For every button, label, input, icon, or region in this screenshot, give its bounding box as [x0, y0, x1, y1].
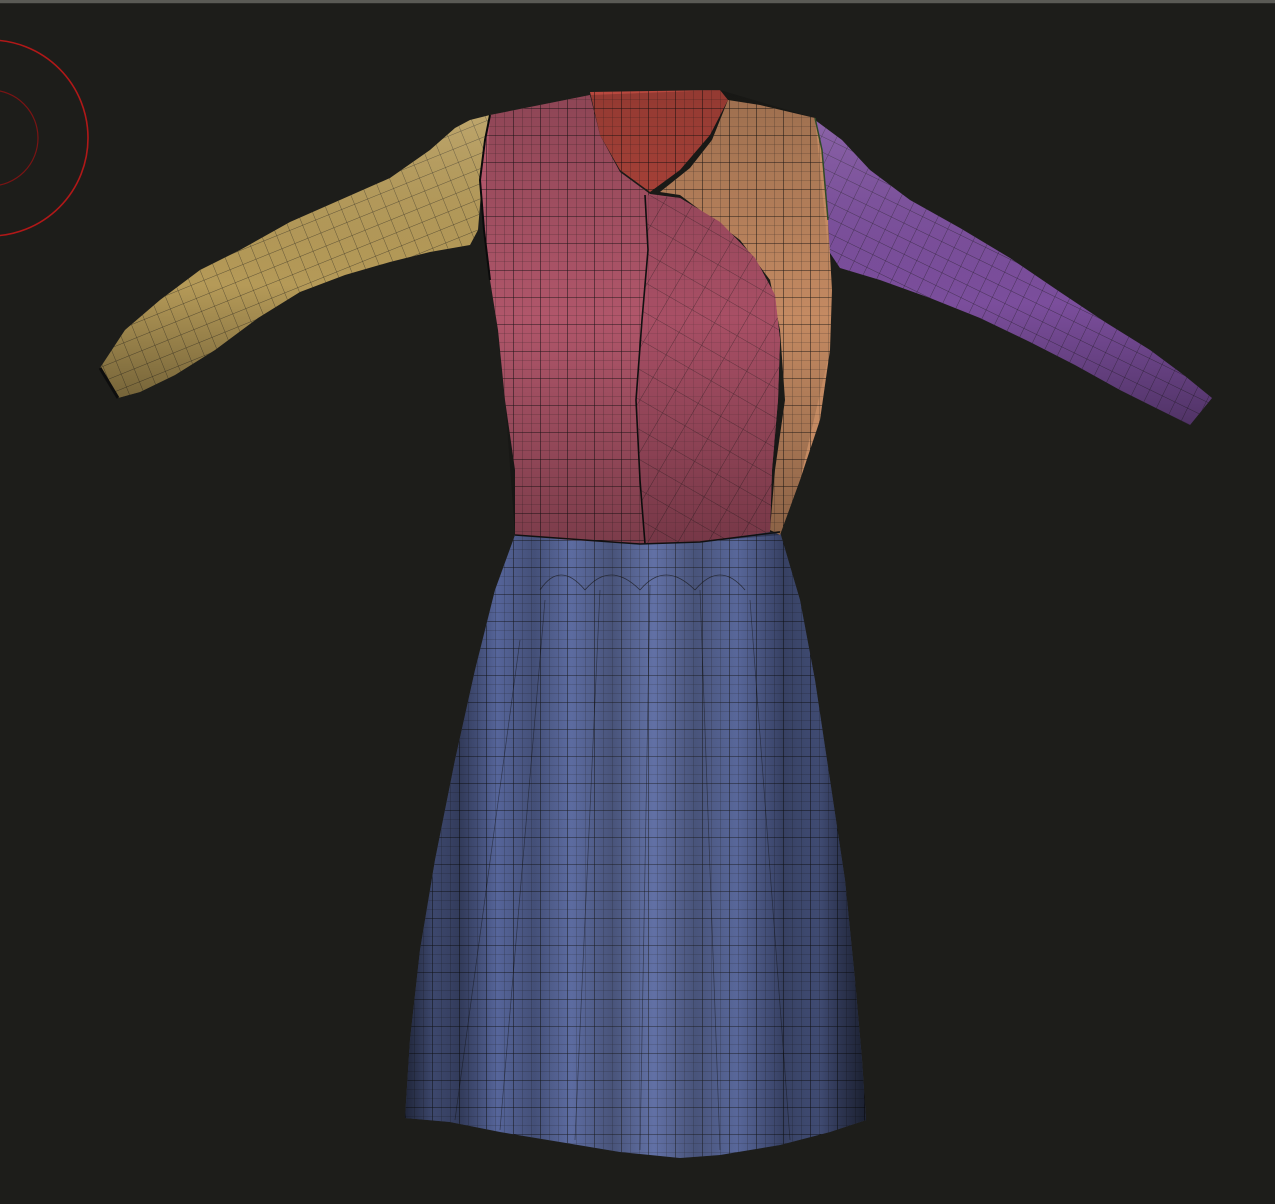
brush-cursor-icon	[0, 39, 89, 237]
bodice-panels[interactable]	[478, 90, 832, 545]
dress-model-canvas[interactable]	[0, 0, 1275, 1204]
left-sleeve-panel[interactable]	[98, 115, 490, 399]
right-sleeve-panel[interactable]	[815, 120, 1212, 425]
3d-viewport[interactable]	[0, 0, 1275, 1204]
skirt-panel[interactable]	[405, 532, 866, 1158]
